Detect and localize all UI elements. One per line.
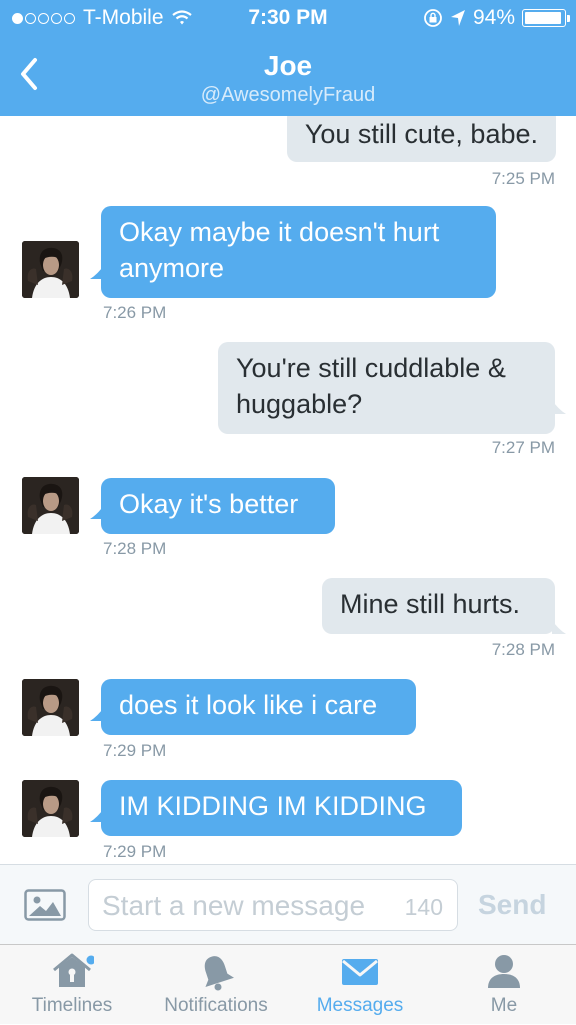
message-timestamp: 7:29 PM xyxy=(103,842,167,861)
avatar[interactable] xyxy=(22,679,79,736)
conversation-header: T-Mobile 7:30 PM 94% Joe @AwesomelyFraud xyxy=(0,0,576,116)
message-text-line: does it look like i care xyxy=(119,690,378,720)
bell-icon xyxy=(204,956,234,991)
send-button[interactable]: Send xyxy=(478,889,546,921)
person-icon xyxy=(488,955,520,988)
outgoing-message-bubble[interactable]: Mine still hurts. xyxy=(322,578,555,634)
tab-label: Notifications xyxy=(164,995,268,1016)
conversation-handle[interactable]: @AwesomelyFraud xyxy=(0,84,576,107)
message-composer: Start a new message 140 Send xyxy=(0,864,576,944)
incoming-message-bubble[interactable]: Okay it's better xyxy=(101,478,335,534)
incoming-message-bubble[interactable]: does it look like i care xyxy=(101,679,416,735)
message-timestamp: 7:29 PM xyxy=(103,741,167,760)
message-text-line: Mine still hurts. xyxy=(340,589,521,619)
message-timestamp: 7:27 PM xyxy=(491,438,555,457)
location-arrow-icon xyxy=(450,10,465,26)
message-thread[interactable]: You still cute, babe. 7:25 PM Okay maybe… xyxy=(0,116,576,864)
incoming-message-bubble[interactable]: IM KIDDING IM KIDDING xyxy=(101,780,462,836)
envelope-icon xyxy=(342,959,378,985)
message-timestamp: 7:25 PM xyxy=(491,169,555,188)
tab-label: Me xyxy=(490,995,518,1016)
orientation-lock-icon xyxy=(424,9,442,27)
tab-label: Timelines xyxy=(31,995,113,1016)
character-count: 140 xyxy=(404,894,443,920)
status-bar: T-Mobile 7:30 PM 94% xyxy=(0,0,576,38)
incoming-message-bubble[interactable]: Okay maybe it doesn't hurt anymore xyxy=(101,206,496,298)
message-timestamp: 7:26 PM xyxy=(103,303,167,322)
tab-messages[interactable]: Messages xyxy=(288,945,432,1025)
avatar[interactable] xyxy=(22,780,79,837)
notification-badge-dot xyxy=(86,955,94,965)
message-text-line: anymore xyxy=(119,253,225,283)
avatar[interactable] xyxy=(22,477,79,534)
message-text-line: Okay it's better xyxy=(119,489,299,519)
tab-timelines[interactable]: Timelines xyxy=(0,945,144,1025)
battery-percent: 94% xyxy=(472,6,515,29)
message-input[interactable]: Start a new message 140 xyxy=(88,879,458,931)
message-timestamp: 7:28 PM xyxy=(103,539,167,558)
status-right: 94% xyxy=(423,6,570,30)
photo-icon[interactable] xyxy=(24,889,66,921)
conversation-title: Joe xyxy=(263,50,313,81)
message-text-line: You're still cuddlable & xyxy=(236,353,506,383)
tab-notifications[interactable]: Notifications xyxy=(144,945,288,1025)
tab-label: Messages xyxy=(316,995,404,1016)
outgoing-message-bubble[interactable]: You still cute, babe. xyxy=(286,116,556,162)
outgoing-message-bubble[interactable]: You're still cuddlable & huggable? xyxy=(218,342,555,434)
message-input-placeholder: Start a new message xyxy=(102,890,366,921)
message-timestamp: 7:28 PM xyxy=(491,640,555,659)
message-text-line: You still cute, babe. xyxy=(304,119,538,149)
tab-bar: Timelines Notifications Messages Me xyxy=(0,944,576,1024)
home-icon xyxy=(53,953,94,987)
message-text-line: huggable? xyxy=(236,389,363,419)
avatar[interactable] xyxy=(22,241,79,298)
message-text-line: IM KIDDING IM KIDDING xyxy=(119,791,427,821)
message-text-line: Okay maybe it doesn't hurt xyxy=(119,217,440,247)
battery-icon xyxy=(522,9,570,27)
tab-me[interactable]: Me xyxy=(432,945,576,1025)
